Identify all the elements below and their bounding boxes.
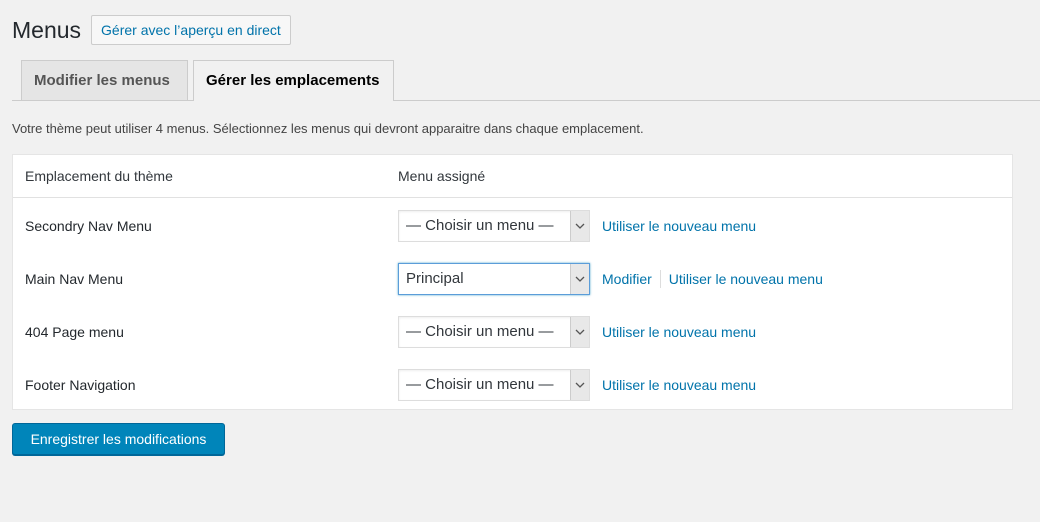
live-preview-button[interactable]: Gérer avec l’aperçu en direct bbox=[91, 15, 291, 45]
edit-menu-link[interactable]: Modifier bbox=[602, 259, 652, 299]
row-actions: Utiliser le nouveau menu bbox=[602, 365, 756, 405]
location-label: Secondry Nav Menu bbox=[25, 218, 152, 234]
tab-edit-menus[interactable]: Modifier les menus bbox=[21, 60, 188, 100]
row-actions: Utiliser le nouveau menu bbox=[602, 206, 756, 246]
save-changes-button[interactable]: Enregistrer les modifications bbox=[12, 423, 225, 455]
location-label: 404 Page menu bbox=[25, 324, 124, 340]
menu-select-value: — Choisir un menu — bbox=[406, 217, 554, 234]
use-new-menu-link[interactable]: Utiliser le nouveau menu bbox=[602, 206, 756, 246]
menu-select-value: Principal bbox=[406, 270, 464, 287]
menu-select-value: — Choisir un menu — bbox=[406, 376, 554, 393]
menu-select[interactable]: — Choisir un menu — bbox=[398, 210, 590, 242]
page-title: Menus bbox=[12, 17, 82, 43]
menu-select[interactable]: — Choisir un menu — bbox=[398, 369, 590, 401]
nav-tabs: Modifier les menus Gérer les emplacement… bbox=[12, 60, 1040, 101]
column-header-assigned-menu: Menu assigné bbox=[398, 168, 486, 184]
chevron-down-icon[interactable] bbox=[570, 317, 589, 347]
use-new-menu-link[interactable]: Utiliser le nouveau menu bbox=[669, 259, 823, 299]
page-header: Menus Gérer avec l’aperçu en direct bbox=[12, 14, 291, 46]
chevron-down-icon[interactable] bbox=[570, 370, 589, 400]
intro-text: Votre thème peut utiliser 4 menus. Sélec… bbox=[12, 121, 644, 136]
table-row: 404 Page menu — Choisir un menu — Utilis… bbox=[13, 312, 1012, 352]
table-row: Secondry Nav Menu — Choisir un menu — Ut… bbox=[13, 206, 1012, 246]
menu-select[interactable]: — Choisir un menu — bbox=[398, 316, 590, 348]
table-header: Emplacement du thème Menu assigné bbox=[13, 155, 1012, 198]
column-header-location: Emplacement du thème bbox=[25, 168, 173, 184]
table-row: Footer Navigation — Choisir un menu — Ut… bbox=[13, 365, 1012, 405]
row-actions: Modifier Utiliser le nouveau menu bbox=[602, 259, 823, 299]
use-new-menu-link[interactable]: Utiliser le nouveau menu bbox=[602, 312, 756, 352]
chevron-down-icon[interactable] bbox=[570, 264, 589, 294]
menu-select[interactable]: Principal bbox=[398, 263, 590, 295]
menu-locations-table: Emplacement du thème Menu assigné Second… bbox=[12, 154, 1013, 410]
row-actions: Utiliser le nouveau menu bbox=[602, 312, 756, 352]
link-separator bbox=[659, 270, 661, 288]
location-label: Main Nav Menu bbox=[25, 271, 124, 287]
chevron-down-icon[interactable] bbox=[570, 211, 589, 241]
tab-manage-locations[interactable]: Gérer les emplacements bbox=[193, 60, 394, 101]
location-label: Footer Navigation bbox=[25, 377, 136, 393]
table-row: Main Nav Menu Principal Modifier Utilise… bbox=[13, 259, 1012, 299]
use-new-menu-link[interactable]: Utiliser le nouveau menu bbox=[602, 365, 756, 405]
menu-select-value: — Choisir un menu — bbox=[406, 323, 554, 340]
